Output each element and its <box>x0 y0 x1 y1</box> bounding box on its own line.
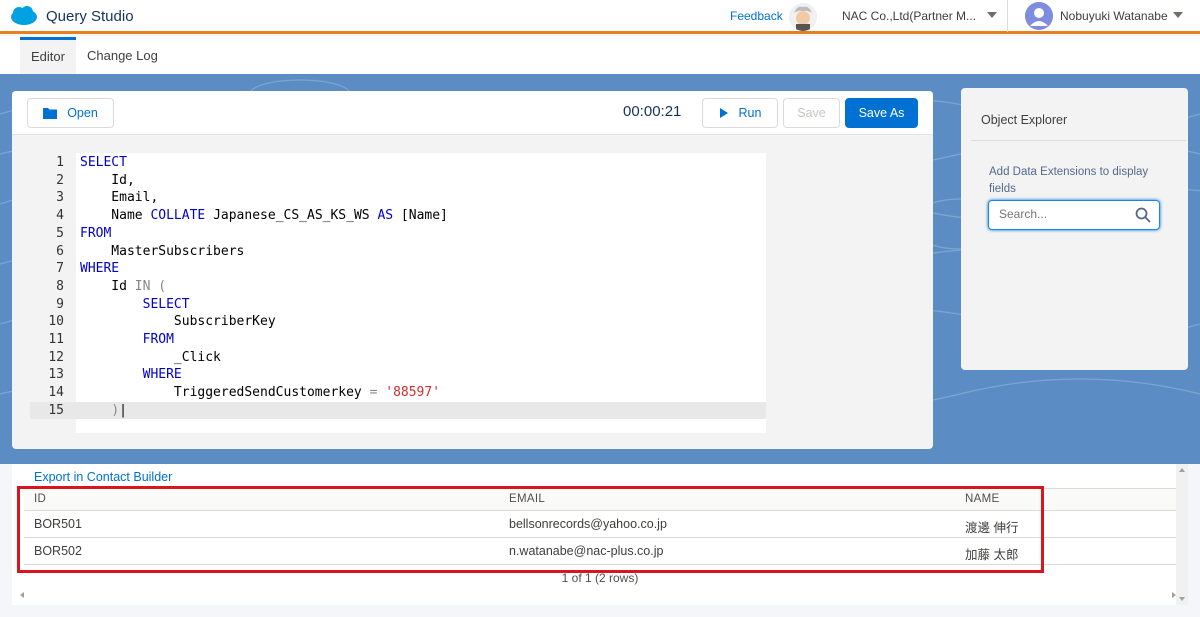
search-input[interactable] <box>999 207 1129 221</box>
query-timer: 00:00:21 <box>623 103 682 120</box>
code-line[interactable]: 1 SELECT <box>30 154 766 172</box>
object-explorer-title: Object Explorer <box>981 113 1068 127</box>
org-switcher-label[interactable]: NAC Co.,Ltd(Partner M... <box>842 9 976 23</box>
tab-editor[interactable]: Editor <box>20 37 76 74</box>
vertical-scrollbar[interactable] <box>1176 464 1188 605</box>
play-icon <box>719 108 728 118</box>
tab-change-log[interactable]: Change Log <box>76 37 169 74</box>
line-number: 6 <box>56 243 64 259</box>
code-line[interactable]: 4 Name COLLATE Japanese_CS_AS_KS_WS AS [… <box>30 207 766 225</box>
open-button-label: Open <box>67 106 98 120</box>
line-number: 12 <box>48 349 64 365</box>
line-number: 5 <box>56 225 64 241</box>
sql-code-editor[interactable]: 1 SELECT 2 Id, 3 Email, 4 Name COLLATE Ja… <box>30 153 766 433</box>
explorer-divider <box>971 140 1186 141</box>
explorer-help-text: Add Data Extensions to display fields <box>989 166 1149 195</box>
editor-panel: Open 00:00:21 Run Save Save As 1 SELECT 2… <box>12 91 933 449</box>
line-number: 14 <box>48 385 64 401</box>
object-explorer-panel: Object Explorer Add Data Extensions to d… <box>961 88 1188 370</box>
editor-toolbar: Open 00:00:21 Run Save Save As <box>12 91 933 135</box>
code-line[interactable]: 11 FROM <box>30 331 766 349</box>
save-button[interactable]: Save <box>783 98 840 128</box>
line-number: 7 <box>56 261 64 277</box>
chevron-down-icon[interactable] <box>987 12 997 18</box>
open-button[interactable]: Open <box>27 98 114 128</box>
line-number: 2 <box>56 172 64 188</box>
search-icon[interactable] <box>1135 207 1151 223</box>
run-button-label: Run <box>738 106 762 120</box>
line-number: 10 <box>48 314 64 330</box>
header-divider <box>1007 0 1008 32</box>
code-line[interactable]: 6 MasterSubscribers <box>30 243 766 261</box>
code-line[interactable]: 14 TriggeredSendCustomerkey = '88597' <box>30 384 766 402</box>
line-number: 4 <box>56 208 64 224</box>
app-brand[interactable]: Query Studio <box>10 6 134 26</box>
pagination-status: 1 of 1 (2 rows) <box>561 571 639 585</box>
code-line[interactable]: 5 FROM <box>30 225 766 243</box>
app-title: Query Studio <box>46 7 134 25</box>
code-line[interactable]: 8 Id IN ( <box>30 278 766 296</box>
feedback-link[interactable]: Feedback <box>730 9 783 23</box>
code-line[interactable]: 9 SELECT <box>30 296 766 314</box>
save-button-label: Save <box>797 106 826 120</box>
user-name[interactable]: Nobuyuki Watanabe <box>1060 9 1168 23</box>
line-number: 8 <box>56 278 64 294</box>
line-number: 9 <box>56 296 64 312</box>
top-header: Query Studio Feedback NAC Co.,Ltd(Partne… <box>0 0 1200 34</box>
save-as-button-label: Save As <box>858 106 905 120</box>
save-as-button[interactable]: Save As <box>845 98 918 128</box>
code-line[interactable]: 7 WHERE <box>30 260 766 278</box>
folder-icon <box>43 108 58 119</box>
code-line[interactable]: 12 _Click <box>30 349 766 367</box>
tab-bar: Editor Change Log <box>0 37 1200 74</box>
line-number: 15 <box>48 402 64 418</box>
line-number: 3 <box>56 190 64 206</box>
code-line[interactable]: 10 SubscriberKey <box>30 313 766 331</box>
export-contact-builder-link[interactable]: Export in Contact Builder <box>34 470 172 484</box>
code-line[interactable]: 3 Email, <box>30 189 766 207</box>
line-number: 11 <box>48 332 64 347</box>
code-line[interactable]: 13 WHERE <box>30 366 766 384</box>
line-number: 13 <box>48 367 64 383</box>
salesforce-cloud-icon <box>10 6 38 26</box>
horizontal-scrollbar[interactable] <box>16 589 1184 601</box>
code-line[interactable]: 2 Id, <box>30 172 766 190</box>
run-button[interactable]: Run <box>702 98 778 128</box>
chevron-down-icon[interactable] <box>1173 12 1183 18</box>
user-avatar-icon[interactable] <box>1025 2 1053 30</box>
data-extension-search[interactable] <box>988 200 1160 230</box>
line-number: 1 <box>56 155 64 170</box>
results-highlight-box <box>17 486 1044 573</box>
einstein-avatar-icon[interactable] <box>789 3 817 31</box>
code-line-active[interactable]: 15 )| <box>30 401 766 420</box>
